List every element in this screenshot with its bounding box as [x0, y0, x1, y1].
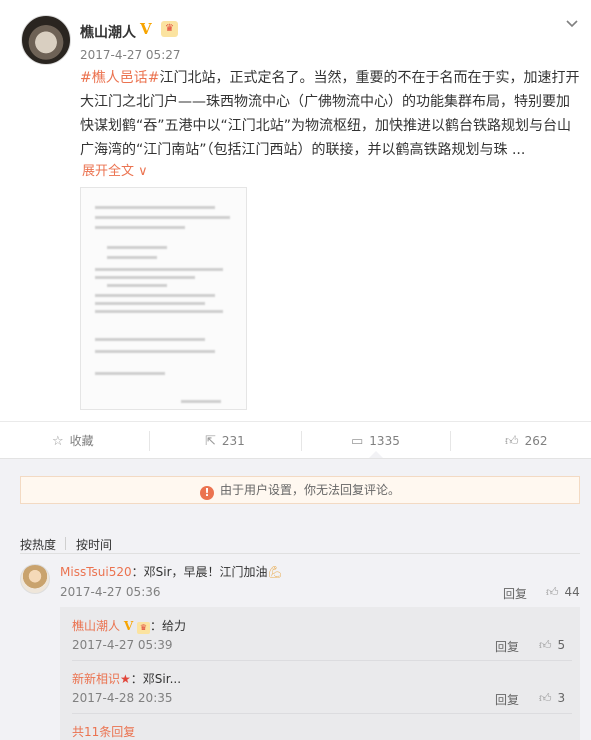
- post-timestamp[interactable]: 2017-4-27 05:27: [80, 48, 181, 62]
- repost-icon: ⇱: [205, 434, 216, 449]
- expand-full-text-link[interactable]: 展开全文 ∨: [82, 160, 148, 179]
- verified-icon: V: [140, 20, 152, 38]
- author-avatar[interactable]: [21, 15, 71, 65]
- comment-timestamp: 2017-4-27 05:36: [60, 585, 161, 599]
- weibo-post: 樵山潮人 V ♛ 2017-4-27 05:27 #樵人邑话#江门北站，正式定名…: [0, 0, 591, 420]
- commenter-name[interactable]: MissTsui520: [60, 565, 132, 579]
- repost-count: 231: [221, 434, 245, 448]
- expand-label: 展开全文: [82, 164, 135, 179]
- thumbs-up-icon: 👍︎: [546, 585, 559, 599]
- notice-text: 由于用户设置，你无法回复评论。: [219, 483, 400, 497]
- comment-pointer: [369, 451, 383, 458]
- document-image-thumbnail[interactable]: [80, 187, 247, 410]
- like-button[interactable]: 👍︎ 262: [505, 422, 548, 460]
- reply-like-count: 5: [557, 638, 566, 652]
- like-count: 262: [524, 434, 548, 448]
- reply-like-button[interactable]: 👍︎ 5: [539, 638, 565, 653]
- post-text: #樵人邑话#江门北站，正式定名了。当然，重要的不在于名而在于实，加速打开大江门之…: [80, 66, 580, 162]
- reply-timestamp: 2017-4-27 05:39: [72, 638, 173, 652]
- thumbs-up-icon: 👍︎: [505, 434, 519, 449]
- reply-text: 新新相识★：邓Sir...: [72, 670, 181, 687]
- reply-author[interactable]: 樵山潮人: [72, 619, 120, 633]
- reply-like-count: 3: [557, 691, 566, 705]
- star-outline-icon: ☆: [52, 434, 64, 449]
- flexed-biceps-icon: 💪︎: [267, 565, 283, 579]
- comment-like-button[interactable]: 👍︎ 44: [546, 585, 580, 600]
- member-crown-icon: ♛: [161, 21, 178, 37]
- sort-by-time-tab[interactable]: 按时间: [76, 536, 112, 553]
- comment-body: ：邓Sir，早晨！江门加油: [131, 565, 268, 579]
- post-action-bar: ☆ 收藏 ⇱ 231 ▭ 1335 👍︎ 262: [0, 421, 591, 459]
- reply-button[interactable]: 回复: [503, 585, 527, 602]
- hashtag-link[interactable]: #樵人邑话#: [80, 70, 159, 86]
- chevron-down-icon: ∨: [138, 164, 148, 179]
- reply-disabled-notice: ! 由于用户设置，你无法回复评论。: [20, 476, 580, 504]
- warning-icon: !: [199, 486, 214, 500]
- commenter-avatar[interactable]: [20, 564, 50, 594]
- favorite-label: 收藏: [69, 434, 94, 448]
- comment-text: MissTsui520：邓Sir，早晨！江门加油💪︎: [60, 563, 283, 580]
- verified-icon: V: [123, 619, 134, 633]
- sort-by-hot-tab[interactable]: 按热度: [20, 536, 56, 553]
- comment-icon: ▭: [351, 434, 364, 449]
- reply-like-button[interactable]: 👍︎ 3: [539, 691, 565, 706]
- reply-author[interactable]: 新新相识: [72, 672, 120, 686]
- repost-button[interactable]: ⇱ 231: [205, 422, 245, 460]
- thumbs-up-icon: 👍︎: [539, 638, 552, 652]
- favorite-button[interactable]: ☆ 收藏: [52, 422, 94, 460]
- reply-text: 樵山潮人 V ♛ ：给力: [72, 617, 186, 634]
- reply-timestamp: 2017-4-28 20:35: [72, 691, 173, 705]
- author-name[interactable]: 樵山潮人: [80, 22, 136, 42]
- comment-like-count: 44: [564, 585, 580, 599]
- star-badge-icon: ★: [120, 672, 131, 686]
- reply-button[interactable]: 回复: [495, 691, 519, 708]
- chevron-down-icon[interactable]: [565, 16, 581, 32]
- reply-body: ：邓Sir...: [130, 672, 182, 686]
- more-replies-link[interactable]: 共11条回复: [72, 723, 135, 740]
- reply-body: ：给力: [149, 619, 186, 633]
- comment-count: 1335: [369, 434, 400, 448]
- member-crown-icon: ♛: [136, 622, 150, 634]
- thumbs-up-icon: 👍︎: [539, 691, 552, 705]
- reply-button[interactable]: 回复: [495, 638, 519, 655]
